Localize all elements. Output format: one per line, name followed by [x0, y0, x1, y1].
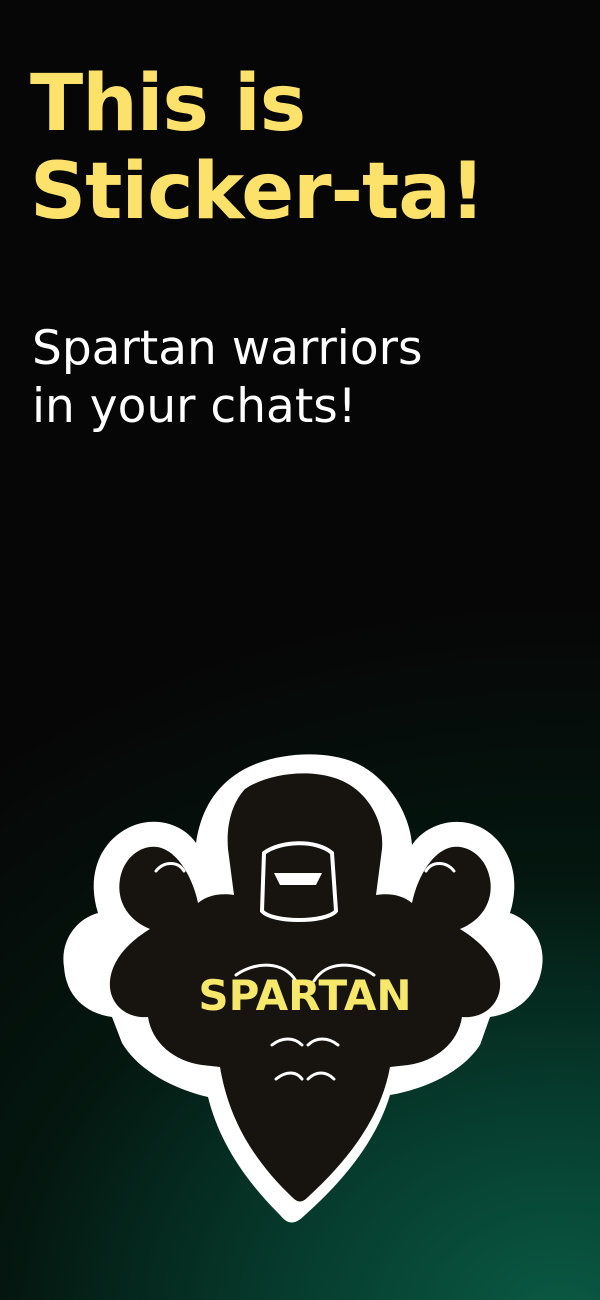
hero-subtitle: Spartan warriors in your chats! — [32, 320, 592, 436]
hero-subtitle-line-2: in your chats! — [32, 379, 357, 434]
visor-slit — [274, 873, 322, 885]
hero-subtitle-line-1: Spartan warriors — [32, 321, 423, 376]
hero-title: This is Sticker-ta! — [30, 60, 590, 236]
sticker-badge-text: SPARTAN — [198, 971, 411, 1020]
hero-title-line-1: This is — [30, 59, 306, 149]
spartan-sticker-icon: SPARTAN — [60, 745, 550, 1240]
hero-title-line-2: Sticker-ta! — [30, 147, 485, 237]
